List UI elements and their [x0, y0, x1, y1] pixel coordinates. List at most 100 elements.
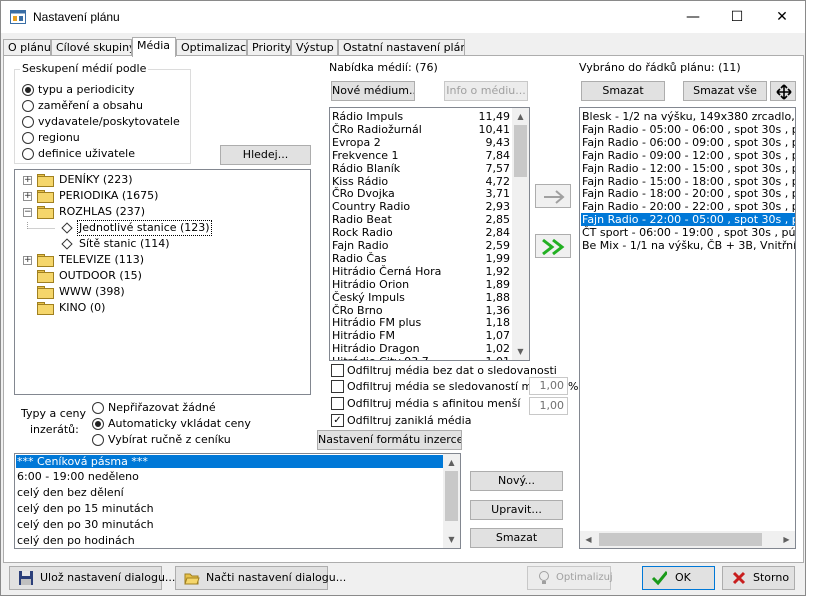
selected-row-item[interactable]: Fajn Radio - 06:00 - 09:00 , spot 30s , …: [581, 136, 795, 149]
scroll-right-icon[interactable]: ▶: [778, 531, 795, 548]
add-arrow-button[interactable]: [535, 184, 571, 208]
tab-priority[interactable]: Priority: [247, 39, 291, 56]
selected-row-item[interactable]: Fajn Radio - 22:00 - 05:00 , spot 30s , …: [581, 213, 795, 227]
maximize-button[interactable]: ☐: [714, 1, 760, 33]
close-icon: ✕: [776, 9, 788, 25]
checkmark-icon: [651, 571, 667, 586]
optimize-button[interactable]: Optimalizuj: [527, 566, 613, 590]
list-item[interactable]: celý den po 15 minutách: [17, 502, 154, 515]
media-name: Hitrádio Dragon: [332, 342, 420, 356]
media-value: 4,72: [485, 174, 511, 188]
tab-ostatni-nastaveni[interactable]: Ostatní nastavení plánu: [338, 39, 465, 56]
media-tree[interactable]: + DENÍKY (223) + PERIODIKA (1675) − ROZHLAS…: [14, 169, 311, 395]
delete-all-button[interactable]: Smazat vše: [683, 81, 767, 101]
media-list-item[interactable]: Rádio Blaník 7,57: [332, 162, 513, 175]
tab-optimalizace[interactable]: Optimalizace: [176, 39, 247, 56]
media-value: 2,93: [485, 200, 511, 214]
media-list-item[interactable]: Hitrádio FM plus 1,18: [332, 316, 513, 329]
media-list-item[interactable]: Frekvence 1 7,84: [332, 149, 513, 162]
title-bar[interactable]: Nastavení plánu — ☐ ✕: [1, 1, 805, 33]
media-name: ČRo Dvojka: [332, 187, 395, 201]
list-item[interactable]: celý den bez dělení: [17, 486, 124, 499]
media-list-item[interactable]: Evropa 2 9,43: [332, 136, 513, 149]
media-list-item[interactable]: Radio Beat 2,85: [332, 213, 513, 226]
cancel-button[interactable]: Storno: [722, 566, 795, 590]
add-all-arrow-button[interactable]: [535, 234, 571, 258]
tab-cilove-skupiny[interactable]: Cílové skupiny: [51, 39, 132, 56]
media-list-item[interactable]: Hitrádio City 93,7 1,01: [332, 355, 513, 360]
radio-dot: [22, 84, 34, 96]
selected-row-item[interactable]: Be Mix - 1/1 na výšku, ČB + 3B, Vnitřní …: [581, 239, 795, 252]
media-list-item[interactable]: ČRo Brno 1,36: [332, 304, 513, 317]
media-list-item[interactable]: Rádio Impuls 11,49: [332, 110, 513, 123]
list-item[interactable]: celý den po 30 minutách: [17, 518, 154, 531]
scroll-left-icon[interactable]: ◀: [580, 531, 597, 548]
find-button[interactable]: Hledej...: [220, 145, 311, 165]
scroll-down-icon[interactable]: ▼: [443, 531, 460, 548]
list-item[interactable]: *** Ceníková pásma ***: [16, 455, 443, 468]
media-list-item[interactable]: Kiss Rádio 4,72: [332, 175, 513, 188]
affinity-threshold-input[interactable]: 1,00: [529, 397, 568, 415]
scroll-thumb[interactable]: [445, 471, 458, 521]
minimize-button[interactable]: —: [670, 1, 716, 33]
price-bands-scrollbar[interactable]: ▲ ▼: [443, 454, 460, 548]
media-list-item[interactable]: Hitrádio FM 1,07: [332, 329, 513, 342]
close-button[interactable]: ✕: [759, 1, 805, 33]
media-info-button[interactable]: Info o médiu...: [444, 81, 528, 101]
ok-button[interactable]: OK: [642, 566, 715, 590]
new-medium-button[interactable]: Nové médium...: [331, 81, 415, 101]
scroll-thumb[interactable]: [514, 125, 527, 177]
delete-row-button[interactable]: Smazat: [581, 81, 665, 101]
checkbox-box: ✓: [331, 414, 344, 427]
scroll-up-icon[interactable]: ▲: [443, 454, 460, 471]
viewership-threshold-input[interactable]: 1,00: [529, 377, 568, 395]
move-button[interactable]: [770, 81, 796, 101]
list-item[interactable]: 6:00 - 19:00 neděleno: [17, 470, 139, 483]
scroll-down-icon[interactable]: ▼: [512, 343, 529, 360]
tab-vystup[interactable]: Výstup: [291, 39, 338, 56]
media-list-item[interactable]: ČRo Radiožurnál 10,41: [332, 123, 513, 136]
media-offer-list[interactable]: Rádio Impuls 11,49 ČRo Radiožurnál 10,41 Evr…: [329, 107, 530, 361]
media-list-item[interactable]: Country Radio 2,93: [332, 200, 513, 213]
ad-format-button[interactable]: Nastavení formátu inzerce...: [317, 430, 462, 450]
edit-band-button[interactable]: Upravit...: [470, 500, 563, 520]
load-settings-button[interactable]: Načti nastavení dialogu...: [175, 566, 346, 590]
selected-row-item[interactable]: Fajn Radio - 09:00 - 12:00 , spot 30s , …: [581, 149, 795, 162]
selected-rows-list[interactable]: Blesk - 1/2 na výšku, 149x380 zrcadlo, A…: [579, 107, 796, 549]
media-list-item[interactable]: Český Impuls 1,88: [332, 291, 513, 304]
price-bands-list[interactable]: *** Ceníková pásma *** 6:00 - 19:00 nedě…: [14, 453, 461, 549]
save-settings-button[interactable]: Ulož nastavení dialogu...: [9, 566, 175, 590]
ad-types-label-1: Typy a ceny: [21, 407, 87, 420]
selected-row-item[interactable]: Fajn Radio - 18:00 - 20:00 , spot 30s , …: [581, 187, 795, 200]
tab-media[interactable]: Média: [132, 37, 176, 57]
media-value: 1,18: [485, 316, 511, 330]
scroll-thumb[interactable]: [599, 533, 762, 546]
folder-icon: [37, 286, 54, 299]
selected-row-item[interactable]: Blesk - 1/2 na výšku, 149x380 zrcadlo, A…: [581, 110, 795, 123]
media-value: 1,89: [485, 277, 511, 291]
selected-row-item[interactable]: Fajn Radio - 05:00 - 06:00 , spot 30s , …: [581, 123, 795, 136]
expand-icon[interactable]: +: [23, 256, 32, 265]
media-value: 3,71: [485, 187, 511, 201]
list-item[interactable]: celý den po hodinách: [17, 534, 135, 547]
media-list-item[interactable]: Rock Radio 2,84: [332, 226, 513, 239]
media-list-item[interactable]: Hitrádio Orion 1,89: [332, 278, 513, 291]
selected-row-item[interactable]: ČT sport - 06:00 - 19:00 , spot 30s , pú…: [581, 226, 795, 239]
selected-row-item[interactable]: Fajn Radio - 20:00 - 22:00 , spot 30s , …: [581, 200, 795, 213]
media-list-item[interactable]: Hitrádio Dragon 1,02: [332, 342, 513, 355]
new-band-button[interactable]: Nový...: [470, 471, 563, 491]
media-offer-scrollbar[interactable]: ▲ ▼: [512, 108, 529, 360]
selected-row-item[interactable]: Fajn Radio - 12:00 - 15:00 , spot 30s , …: [581, 162, 795, 175]
media-list-item[interactable]: Hitrádio Černá Hora 1,92: [332, 265, 513, 278]
selected-rows-hscrollbar[interactable]: ◀ ▶: [580, 531, 795, 548]
media-list-item[interactable]: Radio Čas 1,99: [332, 252, 513, 265]
selected-row-item[interactable]: Fajn Radio - 15:00 - 18:00 , spot 30s , …: [581, 175, 795, 188]
delete-band-button[interactable]: Smazat: [470, 528, 563, 548]
radio-dot: [22, 148, 34, 160]
media-list-item[interactable]: Fajn Radio 2,59: [332, 239, 513, 252]
tab-o-planu[interactable]: O plánu: [3, 39, 51, 56]
radio-dot: [92, 418, 104, 430]
tab-page-media: Seskupení médií podle typu a periodicity…: [3, 55, 804, 563]
media-list-item[interactable]: ČRo Dvojka 3,71: [332, 187, 513, 200]
scroll-up-icon[interactable]: ▲: [512, 108, 529, 125]
